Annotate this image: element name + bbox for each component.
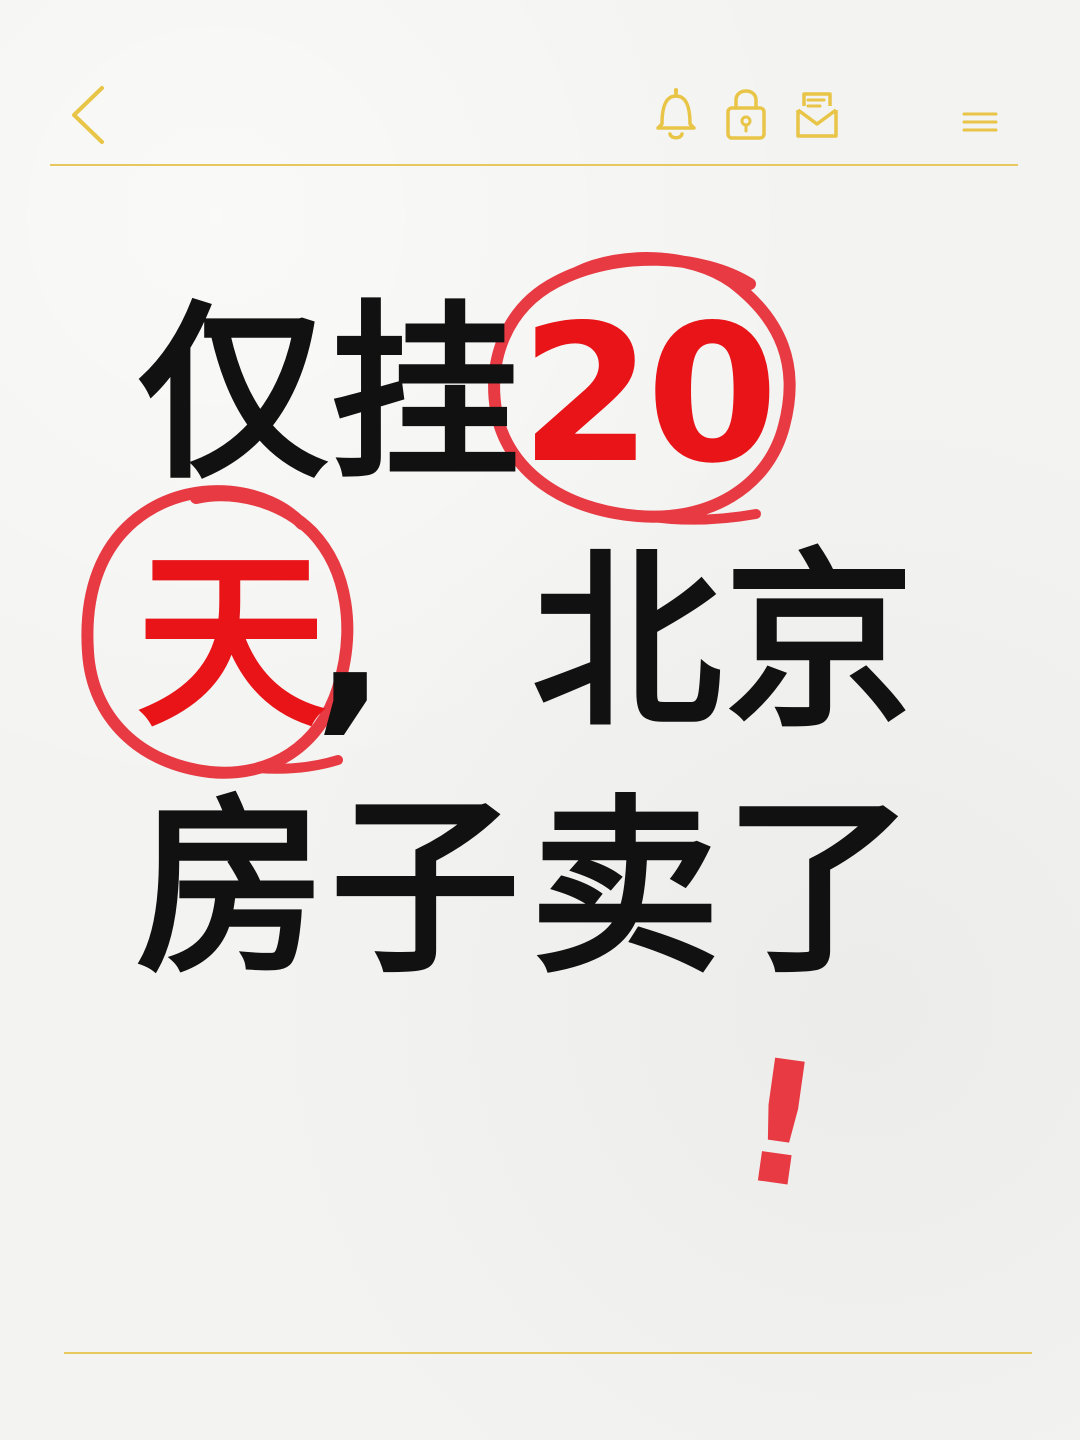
headline-char-mai: 卖 xyxy=(530,778,721,999)
headline-char-bei: 北 xyxy=(532,532,723,753)
headline-char-tian: 天 xyxy=(136,532,327,753)
bell-icon[interactable] xyxy=(650,86,702,144)
headline-char-zi: 子 xyxy=(330,778,521,999)
header-divider xyxy=(50,164,1018,166)
headline-char-le: 了 xyxy=(724,778,915,999)
headline-char-fang: 房 xyxy=(136,778,327,999)
footer-divider xyxy=(64,1352,1032,1354)
headline-char-gua: 挂 xyxy=(330,284,521,505)
menu-icon[interactable] xyxy=(960,108,1000,136)
headline-char-jin: 仅 xyxy=(138,284,329,505)
mail-icon[interactable] xyxy=(790,88,844,142)
headline-number-20: 20 xyxy=(520,284,778,505)
lock-icon[interactable] xyxy=(722,84,770,144)
headline-comma: , xyxy=(314,532,387,753)
headline-char-jing: 京 xyxy=(724,532,915,753)
back-icon[interactable] xyxy=(66,82,112,148)
